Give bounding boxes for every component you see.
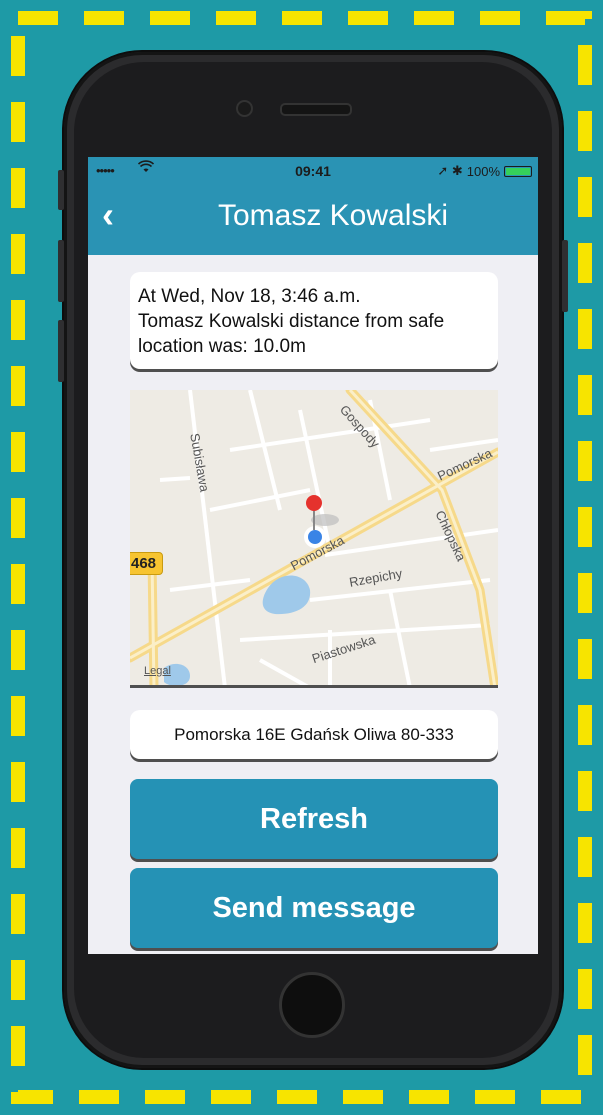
page-title: Tomasz Kowalski [217,199,449,232]
earpiece-speaker [280,103,352,116]
volume-up-button [58,240,64,302]
battery-icon [504,165,532,177]
phone-screen: ••••• 09:41 ➚ ✱ 100% ‹ Tomasz Kowalski A… [88,157,538,954]
mute-switch [58,170,64,210]
send-message-button[interactable]: Send message [130,868,498,948]
front-camera [236,100,253,117]
location-map[interactable]: Subisława Gospody Pomorska Chłopska Pomo… [130,390,498,688]
battery-percent: 100% [466,163,500,179]
home-button[interactable] [279,972,345,1038]
status-indicators: ➚ ✱ 100% [437,163,532,179]
info-timestamp: At Wed, Nov 18, 3:46 a.m. [138,286,361,307]
map-roads [130,390,498,685]
power-button [562,240,568,312]
map-legal-link[interactable]: Legal [144,665,171,677]
status-bar: ••••• 09:41 ➚ ✱ 100% [88,157,538,185]
volume-down-button [58,320,64,382]
location-bluetooth-icons: ➚ ✱ [437,163,463,178]
refresh-button[interactable]: Refresh [130,779,498,859]
info-distance: Tomasz Kowalski distance from safe locat… [138,311,445,357]
address-card: Pomorska 16E Gdańsk Oliwa 80-333 [130,710,498,759]
navigation-bar: ••••• 09:41 ➚ ✱ 100% ‹ Tomasz Kowalski [88,157,538,255]
road-number-badge: 468 [130,552,164,575]
distance-info-card: At Wed, Nov 18, 3:46 a.m. Tomasz Kowalsk… [130,272,498,369]
